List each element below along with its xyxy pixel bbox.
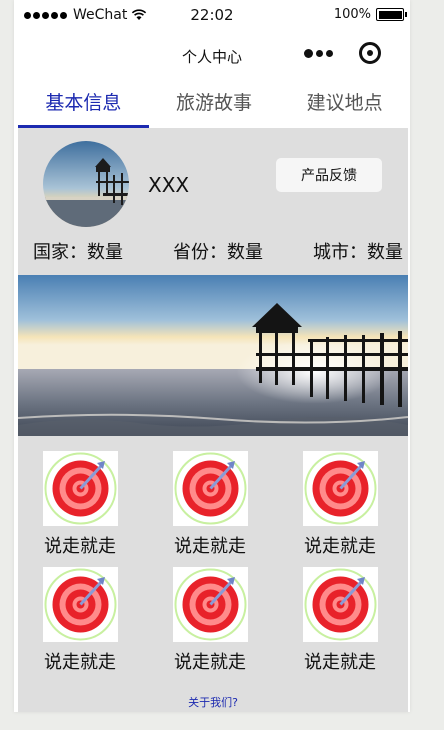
grid-item-label: 说走就走: [304, 536, 376, 557]
battery-indicator: 100%: [333, 7, 407, 22]
grid-item[interactable]: 说走就走: [165, 567, 255, 674]
status-bar: WeChat 22:02 100%: [14, 0, 410, 30]
target-icon: [42, 451, 118, 526]
nav-bar: 个人中心: [14, 30, 410, 80]
target-icon: [172, 451, 248, 526]
target-icon: [302, 451, 378, 526]
grid-item[interactable]: 说走就走: [35, 451, 125, 558]
stat-province: 省份：数量: [173, 242, 263, 263]
grid-item[interactable]: 说走就走: [165, 451, 255, 558]
grid-item[interactable]: 说走就走: [35, 567, 125, 674]
stat-city: 城市：数量: [313, 242, 403, 263]
mini-program-capsule: [304, 42, 381, 64]
feedback-button[interactable]: 产品反馈: [276, 158, 382, 192]
tab-basic-info[interactable]: 基本信息: [18, 80, 149, 128]
profile-content: XXX 产品反馈 国家：数量 省份：数量 城市：数量 说走就走 说走就走 说走就…: [18, 128, 408, 712]
target-icon: [172, 567, 248, 642]
about-us-link[interactable]: 关于我们?: [18, 694, 408, 710]
grid-item-label: 说走就走: [174, 652, 246, 673]
target-icon: [42, 567, 118, 642]
grid-item-label: 说走就走: [174, 536, 246, 557]
username: XXX: [148, 173, 190, 197]
battery-icon: [376, 8, 407, 21]
grid-item-label: 说走就走: [304, 652, 376, 673]
target-icon: [302, 567, 378, 642]
tab-bar: 基本信息 旅游故事 建议地点: [18, 80, 410, 128]
phone-screen: WeChat 22:02 100% 个人中心 基本信息 旅游故事 建议地点 XX…: [14, 0, 410, 712]
close-record-icon[interactable]: [359, 42, 381, 64]
avatar[interactable]: [43, 141, 129, 227]
travel-stats: 国家：数量 省份：数量 城市：数量: [33, 238, 403, 264]
grid-item-label: 说走就走: [44, 536, 116, 557]
grid-item[interactable]: 说走就走: [295, 567, 385, 674]
more-dots-icon[interactable]: [304, 48, 344, 58]
tab-travel-stories[interactable]: 旅游故事: [149, 80, 280, 128]
grid-item-label: 说走就走: [44, 652, 116, 673]
stat-country: 国家：数量: [33, 242, 123, 263]
grid-item[interactable]: 说走就走: [295, 451, 385, 558]
banner-image: [18, 275, 408, 436]
tab-suggested-places[interactable]: 建议地点: [279, 80, 410, 128]
battery-percent: 100%: [333, 7, 371, 22]
